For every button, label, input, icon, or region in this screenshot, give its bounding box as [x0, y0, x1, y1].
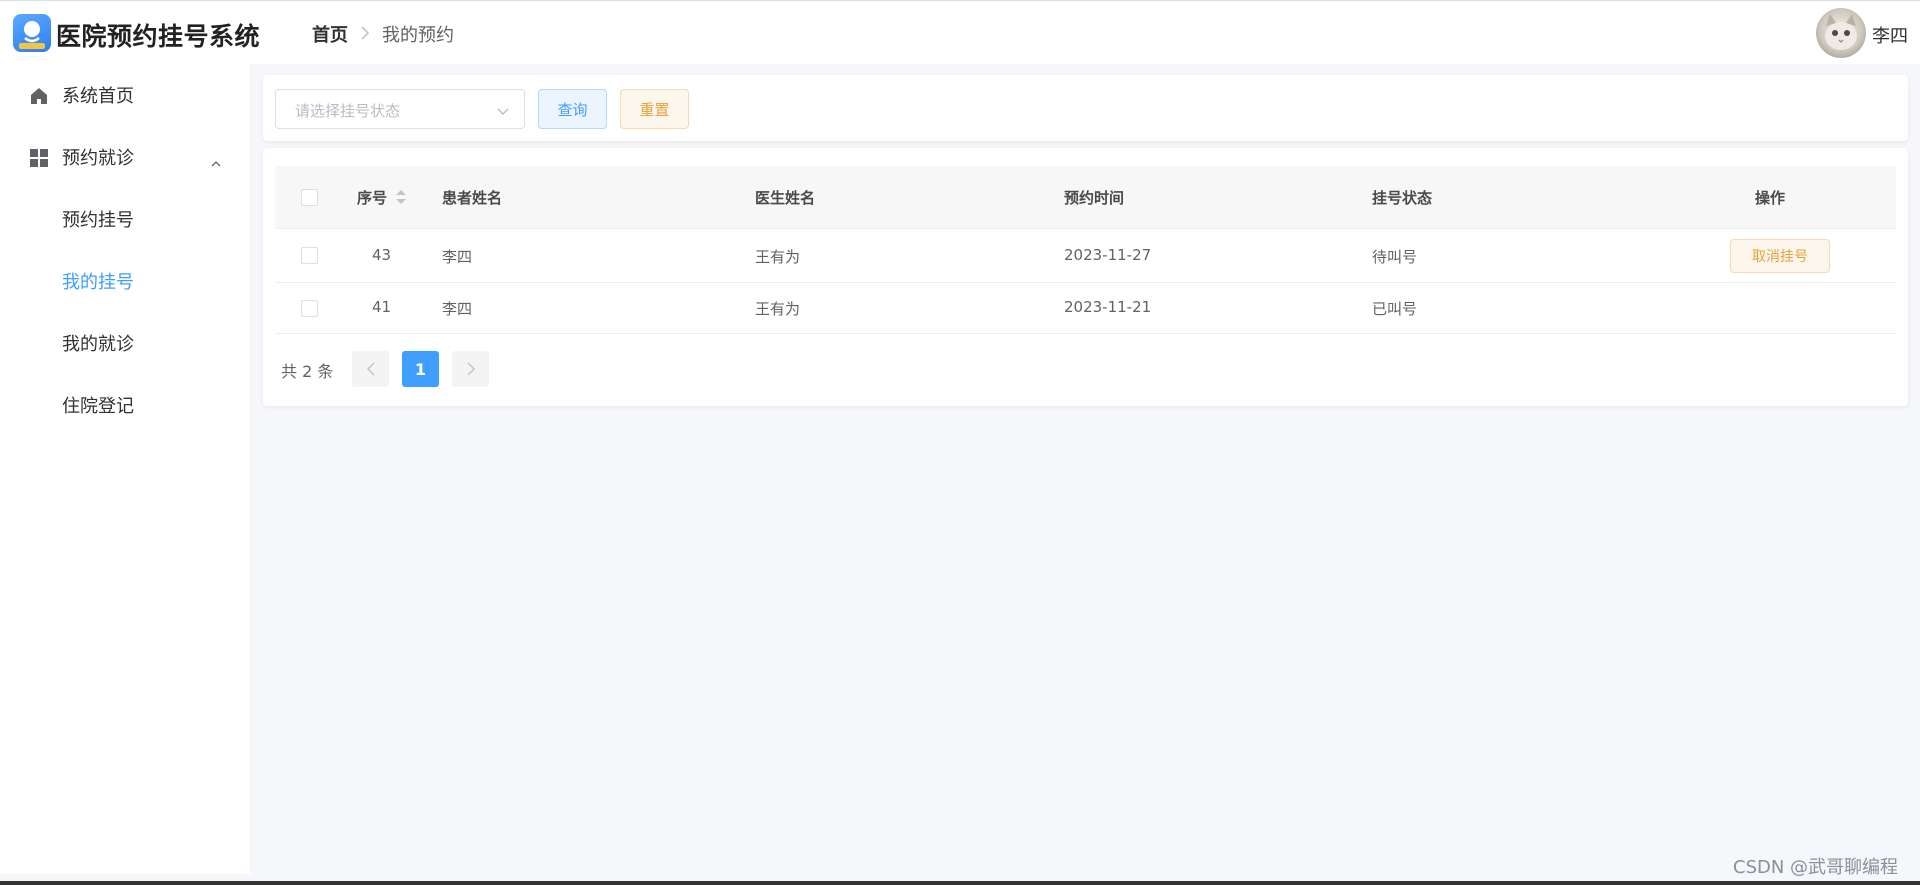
chevron-left-icon: [366, 362, 375, 376]
search-panel: 请选择挂号状态 查询 重置: [263, 75, 1908, 141]
sidebar-item-home[interactable]: 系统首页: [0, 70, 250, 120]
app-logo: [13, 14, 51, 52]
sidebar-item-my-visits[interactable]: 我的就诊: [0, 318, 250, 368]
sidebar-item-hospitalization[interactable]: 住院登记: [0, 380, 250, 430]
cancel-registration-button[interactable]: 取消挂号: [1730, 239, 1830, 273]
query-button[interactable]: 查询: [538, 89, 607, 129]
column-header-time: 预约时间: [1064, 189, 1125, 207]
row-checkbox[interactable]: [301, 247, 318, 264]
table-row: 43 李四 王有为 2023-11-27 待叫号 取消挂号: [275, 229, 1896, 283]
select-all-checkbox[interactable]: [301, 189, 318, 206]
pagination-total: 共 2 条: [281, 362, 334, 381]
cell-patient: 李四: [442, 300, 473, 318]
status-select-placeholder: 请选择挂号状态: [295, 102, 401, 120]
user-name[interactable]: 李四: [1872, 22, 1908, 48]
row-checkbox[interactable]: [301, 300, 318, 317]
breadcrumb-current: 我的预约: [382, 25, 454, 46]
cat-avatar-icon: [1825, 14, 1857, 50]
reset-button[interactable]: 重置: [620, 89, 689, 129]
cell-index: 43: [372, 246, 392, 264]
chevron-right-icon: [360, 25, 370, 44]
sidebar-item-label: 我的挂号: [62, 272, 134, 293]
sidebar-item-label: 我的就诊: [62, 334, 134, 355]
sidebar-item-my-registrations[interactable]: 我的挂号: [0, 256, 250, 306]
cell-time: 2023-11-27: [1064, 246, 1152, 264]
cell-doctor: 王有为: [755, 300, 801, 318]
grid-icon: [30, 149, 48, 167]
column-header-patient: 患者姓名: [442, 189, 503, 207]
cell-status: 待叫号: [1372, 248, 1418, 266]
chevron-down-icon: [496, 103, 510, 117]
breadcrumb: 首页 我的预约: [312, 21, 454, 47]
chevron-up-icon: [211, 153, 221, 167]
pagination-prev-button[interactable]: [352, 351, 389, 387]
cell-patient: 李四: [442, 248, 473, 266]
column-header-status: 挂号状态: [1372, 189, 1433, 207]
watermark: CSDN @武哥聊编程: [1733, 857, 1899, 878]
status-select[interactable]: 请选择挂号状态: [275, 89, 525, 129]
sidebar-item-label: 预约挂号: [62, 210, 134, 231]
pagination-page-button[interactable]: 1: [402, 351, 439, 387]
sidebar-item-appointments[interactable]: 预约就诊: [0, 132, 250, 182]
cell-time: 2023-11-21: [1064, 298, 1152, 316]
pagination-next-button[interactable]: [452, 351, 489, 387]
table-header: 序号 患者姓名 医生姓名 预约时间 挂号状态 操作: [275, 166, 1896, 229]
bottom-border: [0, 881, 1920, 885]
column-header-action: 操作: [1755, 189, 1786, 207]
avatar[interactable]: [1816, 8, 1866, 58]
sort-icon[interactable]: [395, 189, 407, 205]
column-header-doctor: 医生姓名: [755, 189, 816, 207]
sidebar-item-label: 住院登记: [62, 396, 134, 417]
cell-status: 已叫号: [1372, 300, 1418, 318]
sidebar: 系统首页 预约就诊 预约挂号 我的挂号 我的就诊 住院登记: [0, 64, 250, 874]
breadcrumb-home[interactable]: 首页: [312, 21, 348, 47]
app-title: 医院预约挂号系统: [56, 22, 261, 51]
cell-doctor: 王有为: [755, 248, 801, 266]
chevron-right-icon: [466, 362, 475, 376]
sidebar-item-book-registration[interactable]: 预约挂号: [0, 194, 250, 244]
top-header: 医院预约挂号系统 首页 我的预约 李四: [0, 0, 1920, 64]
logo-icon: [19, 21, 45, 49]
sidebar-item-label: 预约就诊: [62, 148, 134, 169]
table-row: 41 李四 王有为 2023-11-21 已叫号: [275, 283, 1896, 334]
table-panel: 序号 患者姓名 医生姓名 预约时间 挂号状态 操作 43 李四 王有为 2023…: [263, 148, 1908, 406]
sidebar-item-label: 系统首页: [62, 86, 134, 107]
home-icon: [30, 87, 48, 105]
cell-index: 41: [372, 298, 392, 316]
column-header-index[interactable]: 序号: [357, 187, 387, 208]
